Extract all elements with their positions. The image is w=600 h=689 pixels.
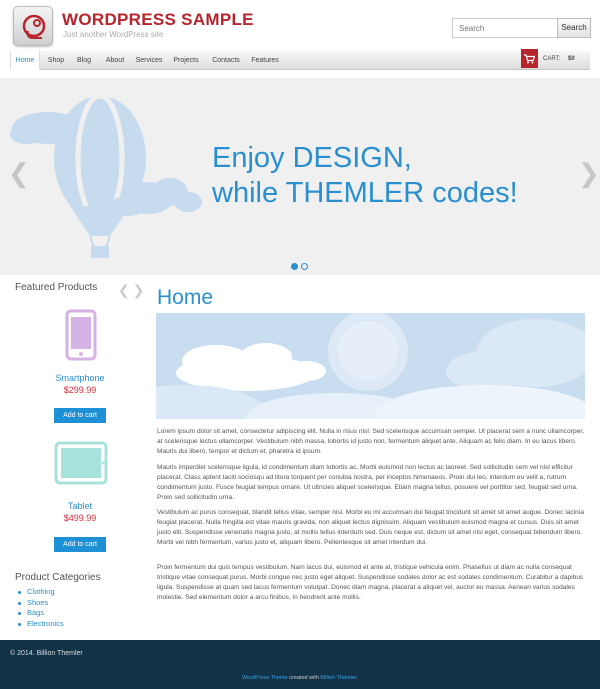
content-banner-image: [156, 313, 585, 419]
site-tagline: Just another WordPress site: [63, 30, 164, 39]
cart-button[interactable]: [521, 49, 538, 68]
footer-copyright: © 2014. Billion Themler: [10, 650, 83, 657]
product-card: Tablet $499.99 Add to cart: [0, 441, 150, 561]
product-card: Smartphone $299.99 Add to cart: [0, 309, 150, 429]
product-price: $299.99: [63, 385, 97, 395]
nav-item-about[interactable]: About: [102, 51, 128, 70]
slider-dot-1[interactable]: [291, 263, 298, 270]
cart-icon: [524, 54, 535, 64]
slider-next-arrow[interactable]: ❯: [578, 160, 600, 186]
tablet-icon[interactable]: [54, 441, 108, 485]
page-title: Home: [157, 286, 214, 309]
category-link-electronics[interactable]: Electronics: [18, 619, 64, 630]
slide-heading-line2: while THEMLER codes!: [212, 177, 518, 209]
nav-item-features[interactable]: Features: [250, 51, 280, 70]
nav-item-home[interactable]: Home: [10, 51, 40, 70]
slide-heading-line1: Enjoy DESIGN,: [212, 142, 412, 174]
search-button[interactable]: Search: [557, 18, 591, 38]
product-categories-list: Clothing Shoes Bags Electronics: [18, 587, 64, 629]
clouds-illustration: [156, 313, 585, 419]
product-name[interactable]: Smartphone: [0, 373, 160, 383]
featured-products-arrows: ❮❯: [118, 282, 147, 299]
category-link-bags[interactable]: Bags: [18, 608, 64, 619]
slider-prev-arrow[interactable]: ❮: [8, 160, 30, 186]
site-logo[interactable]: [13, 6, 53, 46]
nav-item-projects[interactable]: Projects: [172, 51, 200, 70]
nav-item-blog[interactable]: Blog: [72, 51, 96, 70]
content-paragraph: Mauris imperdiet scelerisque ligula, id …: [157, 464, 578, 501]
nav-item-contacts[interactable]: Contacts: [210, 51, 242, 70]
add-to-cart-button[interactable]: Add to cart: [54, 537, 106, 552]
site-header: WORDPRESS SAMPLE Just another WordPress …: [0, 0, 600, 50]
content-paragraph: Proin fermentum dui quis tempus vestibul…: [157, 564, 584, 601]
footer-credit: WordPress Theme created with Billion The…: [0, 675, 600, 681]
main-nav: Home Shop Blog About Services Projects C…: [10, 49, 590, 70]
wordpress-theme-link[interactable]: WordPress Theme: [242, 675, 288, 681]
product-name[interactable]: Tablet: [0, 501, 160, 511]
featured-products-title: Featured Products: [15, 282, 98, 293]
product-categories-title: Product Categories: [15, 572, 101, 583]
featured-next-arrow[interactable]: ❯: [133, 282, 148, 298]
category-link-shoes[interactable]: Shoes: [18, 598, 64, 609]
site-title[interactable]: WORDPRESS SAMPLE: [62, 10, 254, 30]
featured-prev-arrow[interactable]: ❮: [118, 282, 133, 298]
hero-slider: ❮ ❯ Enjoy DESIGN, while THEMLER codes!: [0, 78, 600, 275]
add-to-cart-button[interactable]: Add to cart: [54, 408, 106, 423]
footer-credit-text: created with: [287, 675, 321, 681]
content-paragraph: Vestibulum ac purus consequat, blandit t…: [157, 509, 584, 546]
search-form: Search: [452, 18, 591, 38]
stethoscope-logo-icon: [22, 14, 46, 39]
billion-themler-link[interactable]: Billion Themler: [320, 675, 356, 681]
nav-item-shop[interactable]: Shop: [42, 51, 70, 70]
content-paragraph: Lorem ipsum dolor sit amet, consectetur …: [157, 428, 584, 455]
slider-dot-2[interactable]: [301, 263, 308, 270]
sidebar: Featured Products ❮❯ Smartphone $299.99 …: [0, 276, 150, 636]
product-price: $499.99: [63, 513, 97, 523]
slide-heading: Enjoy DESIGN, while THEMLER codes!: [212, 141, 518, 211]
site-footer: © 2014. Billion Themler WordPress Theme …: [0, 640, 600, 689]
nav-item-services[interactable]: Services: [134, 51, 164, 70]
smartphone-icon[interactable]: [65, 309, 97, 361]
hot-air-balloon-illustration: [10, 93, 202, 258]
footer-credit-end: .: [356, 675, 358, 681]
cart-label[interactable]: CART:: [543, 51, 560, 70]
category-link-clothing[interactable]: Clothing: [18, 587, 64, 598]
search-input[interactable]: [452, 18, 558, 38]
cart-value[interactable]: $0: [568, 51, 575, 70]
